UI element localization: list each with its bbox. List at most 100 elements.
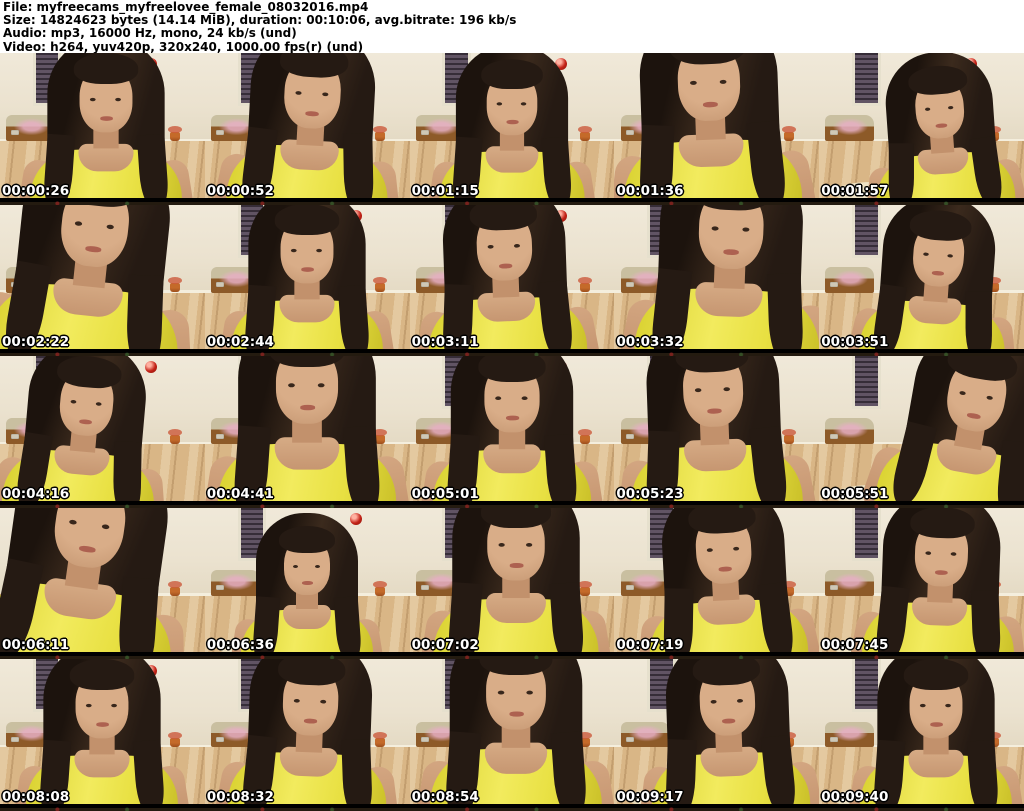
person-bangs <box>274 204 340 236</box>
frame-bottom-strip <box>0 500 205 508</box>
metadata-line-video: Video: h264, yuv420p, 320x240, 1000.00 f… <box>3 39 364 54</box>
video-frame-thumbnail: 00:08:32 <box>204 659 410 811</box>
frame-bottom-strip <box>614 500 820 508</box>
frame-bottom-strip <box>819 349 1024 357</box>
person-eye-left <box>497 690 505 695</box>
wall-socket <box>830 585 839 591</box>
person-eye-left <box>70 399 77 404</box>
timestamp-overlay: 00:08:32 <box>206 789 274 805</box>
person-eye-right <box>115 97 122 101</box>
timestamp-overlay: 00:08:08 <box>2 789 70 805</box>
frame-bottom-strip <box>614 804 820 811</box>
frame-bottom-strip <box>204 652 410 660</box>
person-mouth <box>722 718 736 724</box>
person-mouth <box>702 101 718 107</box>
person-eye-right <box>526 690 533 695</box>
person-eye-right <box>95 401 102 406</box>
person-eye-left <box>919 703 926 708</box>
timestamp-overlay: 00:03:32 <box>616 334 684 351</box>
person-bangs <box>279 526 336 554</box>
timestamp-overlay: 00:04:16 <box>2 485 70 502</box>
person-mouth <box>935 122 948 128</box>
frame-bottom-strip <box>409 652 615 660</box>
frame-bottom-strip <box>819 804 1024 811</box>
wall-socket <box>11 130 20 136</box>
person-eye-right <box>322 91 329 96</box>
timestamp-overlay: 00:00:26 <box>2 182 70 199</box>
frame-bottom-strip <box>409 500 615 508</box>
timestamp-overlay: 00:07:02 <box>411 637 479 654</box>
person-eye-right <box>723 386 730 392</box>
metadata-line-audio: Audio: mp3, 16000 Hz, mono, 24 kb/s (und… <box>3 26 297 41</box>
timestamp-overlay: 00:02:44 <box>206 334 274 351</box>
frame-bottom-strip <box>614 197 820 205</box>
person-mouth <box>505 415 520 420</box>
timestamp-overlay: 00:07:45 <box>821 637 889 654</box>
person-eye-left <box>293 565 299 569</box>
person-bangs <box>74 53 139 84</box>
person-eye-left <box>689 80 697 85</box>
frame-bottom-strip <box>204 804 410 811</box>
wall-socket <box>830 736 839 742</box>
wall-socket <box>420 130 429 136</box>
person-mouth <box>100 115 114 120</box>
timestamp-overlay: 00:06:11 <box>2 637 70 654</box>
frame-bottom-strip <box>409 804 615 811</box>
person-bangs <box>481 58 543 89</box>
hair-lock-left <box>888 142 915 205</box>
person-eye-right <box>719 79 727 84</box>
person-eye-left <box>694 387 702 393</box>
video-frame-thumbnail: 00:09:40 <box>819 659 1024 811</box>
person-eye-left <box>495 396 502 400</box>
frame-bottom-strip <box>0 197 205 205</box>
person-mouth <box>78 418 92 424</box>
file-metadata-header: File: myfreecams_myfreelovee_female_0803… <box>0 0 1024 53</box>
video-frame-thumbnail: 00:01:57 <box>819 53 1024 205</box>
wall-socket <box>625 585 634 591</box>
person-bangs <box>478 356 546 382</box>
person-mouth <box>302 581 314 585</box>
timestamp-overlay: 00:03:51 <box>821 334 889 351</box>
person-bangs <box>70 659 135 691</box>
person-bangs <box>903 659 969 691</box>
video-frame-thumbnail: 00:00:52 <box>204 53 410 205</box>
wall-socket <box>830 130 839 136</box>
person-mouth <box>509 711 524 716</box>
timestamp-overlay: 00:05:01 <box>411 485 479 502</box>
person-eye-right <box>315 565 321 569</box>
frame-bottom-strip <box>204 197 410 205</box>
person-eye-right <box>945 703 951 708</box>
person-eye-left <box>288 383 296 388</box>
timestamp-overlay: 00:03:11 <box>411 334 479 351</box>
video-frame-thumbnail: 00:00:26 <box>0 53 205 205</box>
person-mouth <box>707 408 722 414</box>
hair-lock-right <box>767 273 804 357</box>
window-blinds <box>851 356 881 410</box>
person-mouth <box>723 249 739 255</box>
hair-lock-right <box>343 132 374 205</box>
video-frame-thumbnail: 00:03:11 <box>409 204 615 357</box>
person-eye-left <box>496 101 503 106</box>
timestamp-overlay: 00:05:51 <box>821 485 889 502</box>
timestamp-overlay: 00:06:36 <box>206 637 274 654</box>
timestamp-overlay: 00:04:41 <box>206 485 274 502</box>
frame-bottom-strip <box>204 349 410 357</box>
video-frame-thumbnail: 00:05:51 <box>819 356 1024 508</box>
video-frame-thumbnail: 00:07:19 <box>614 507 820 660</box>
frame-bottom-strip <box>409 197 615 205</box>
video-frame-thumbnail: 00:03:51 <box>819 204 1024 357</box>
video-frame-thumbnail: 00:05:23 <box>614 356 820 508</box>
person-mouth <box>498 263 513 269</box>
hair-lock-right <box>341 739 374 811</box>
video-frame-thumbnail: 00:01:36 <box>614 53 820 205</box>
wall-socket <box>830 281 839 287</box>
frame-bottom-strip <box>409 349 615 357</box>
person-mouth <box>300 404 316 410</box>
person-eye-left <box>90 97 97 101</box>
person-eye-right <box>520 101 527 106</box>
frame-bottom-strip <box>614 349 820 357</box>
person-mouth <box>506 119 519 124</box>
timestamp-overlay: 00:07:19 <box>616 637 684 654</box>
timestamp-overlay: 00:05:23 <box>616 485 684 502</box>
timestamp-overlay: 00:01:36 <box>616 182 684 199</box>
